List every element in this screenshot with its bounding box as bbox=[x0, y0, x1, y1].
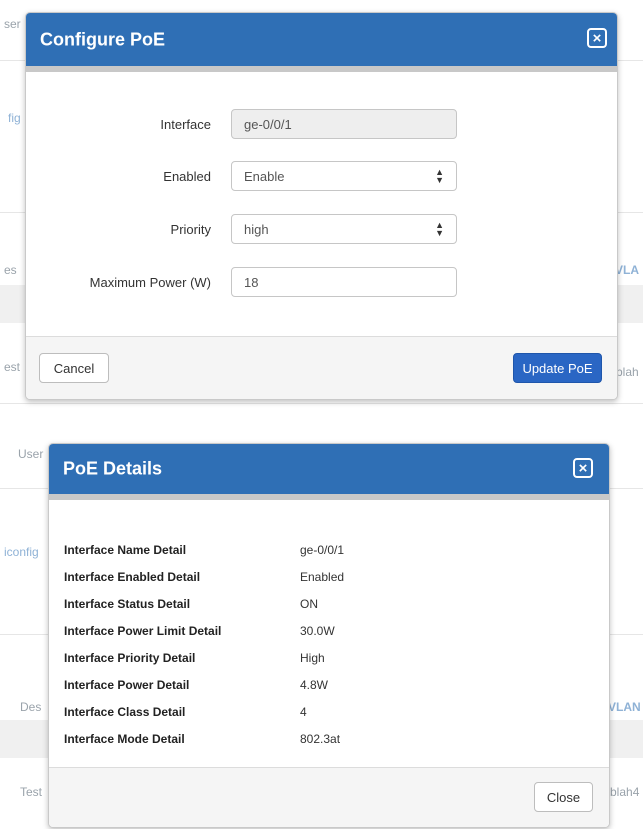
bg-description-header: Des bbox=[20, 700, 42, 714]
modal-header: PoE Details × bbox=[49, 444, 609, 500]
detail-value: 802.3at bbox=[300, 732, 341, 746]
detail-key: Interface Status Detail bbox=[64, 597, 191, 611]
enabled-selected-value: Enable bbox=[244, 168, 285, 184]
interface-field: ge-0/0/1 bbox=[231, 109, 457, 139]
modal-footer: Cancel Update PoE bbox=[26, 336, 617, 399]
priority-select[interactable]: high ▲ ▼ bbox=[231, 214, 457, 244]
update-poe-button[interactable]: Update PoE bbox=[513, 353, 602, 383]
detail-key: Interface Mode Detail bbox=[64, 732, 185, 746]
max-power-value: 18 bbox=[244, 274, 259, 290]
detail-value: 4 bbox=[300, 705, 307, 719]
configure-poe-modal: Configure PoE × Interface ge-0/0/1 Enabl… bbox=[25, 12, 618, 400]
detail-value: 4.8W bbox=[300, 678, 329, 692]
interface-value: ge-0/0/1 bbox=[244, 116, 292, 132]
bg-config-link[interactable]: iconfig bbox=[4, 545, 39, 559]
max-power-label: Maximum Power (W) bbox=[89, 275, 211, 290]
max-power-input[interactable]: 18 bbox=[231, 267, 457, 297]
bg-description-header: es bbox=[4, 263, 17, 277]
priority-label: Priority bbox=[170, 222, 211, 237]
detail-key: Interface Enabled Detail bbox=[64, 570, 201, 584]
modal-header: Configure PoE × bbox=[26, 13, 617, 72]
bg-test-cell: Test bbox=[20, 785, 43, 799]
close-icon[interactable]: × bbox=[587, 28, 607, 48]
bg-user-text: ser bbox=[4, 17, 21, 31]
bg-test-cell: est bbox=[4, 360, 21, 374]
modal-title: Configure PoE bbox=[40, 29, 165, 49]
bg-vlan-header: VLAN bbox=[608, 700, 641, 714]
detail-value: High bbox=[300, 651, 325, 665]
select-arrows-icon: ▲ ▼ bbox=[435, 167, 444, 185]
detail-key: Interface Class Detail bbox=[64, 705, 186, 719]
bg-blah-cell: blah bbox=[616, 365, 639, 379]
detail-value: ON bbox=[300, 597, 318, 611]
priority-selected-value: high bbox=[244, 221, 269, 237]
modal-footer: Close bbox=[49, 767, 609, 827]
select-arrows-icon: ▲ ▼ bbox=[435, 220, 444, 238]
detail-key: Interface Name Detail bbox=[64, 543, 187, 557]
modal-title: PoE Details bbox=[63, 458, 163, 479]
detail-key: Interface Power Detail bbox=[64, 678, 190, 692]
bg-config-link[interactable]: fig bbox=[8, 111, 21, 125]
interface-label: Interface bbox=[160, 117, 211, 132]
detail-value: 30.0W bbox=[300, 624, 335, 638]
close-button[interactable]: Close bbox=[534, 782, 593, 812]
detail-value: Enabled bbox=[300, 570, 345, 584]
detail-value: ge-0/0/1 bbox=[300, 543, 345, 557]
bg-vlan-header: VLA bbox=[615, 263, 639, 277]
bg-blah-cell: blah4 bbox=[610, 785, 640, 799]
bg-user-text: User bbox=[18, 447, 44, 461]
cancel-button[interactable]: Cancel bbox=[39, 353, 109, 383]
detail-key: Interface Priority Detail bbox=[64, 651, 196, 665]
poe-details-modal: PoE Details × Interface Name Detail ge-0… bbox=[48, 443, 610, 828]
close-icon[interactable]: × bbox=[573, 458, 593, 478]
bg-divider bbox=[0, 403, 643, 404]
enabled-label: Enabled bbox=[163, 169, 211, 184]
detail-key: Interface Power Limit Detail bbox=[64, 624, 222, 638]
enabled-select[interactable]: Enable ▲ ▼ bbox=[231, 161, 457, 191]
